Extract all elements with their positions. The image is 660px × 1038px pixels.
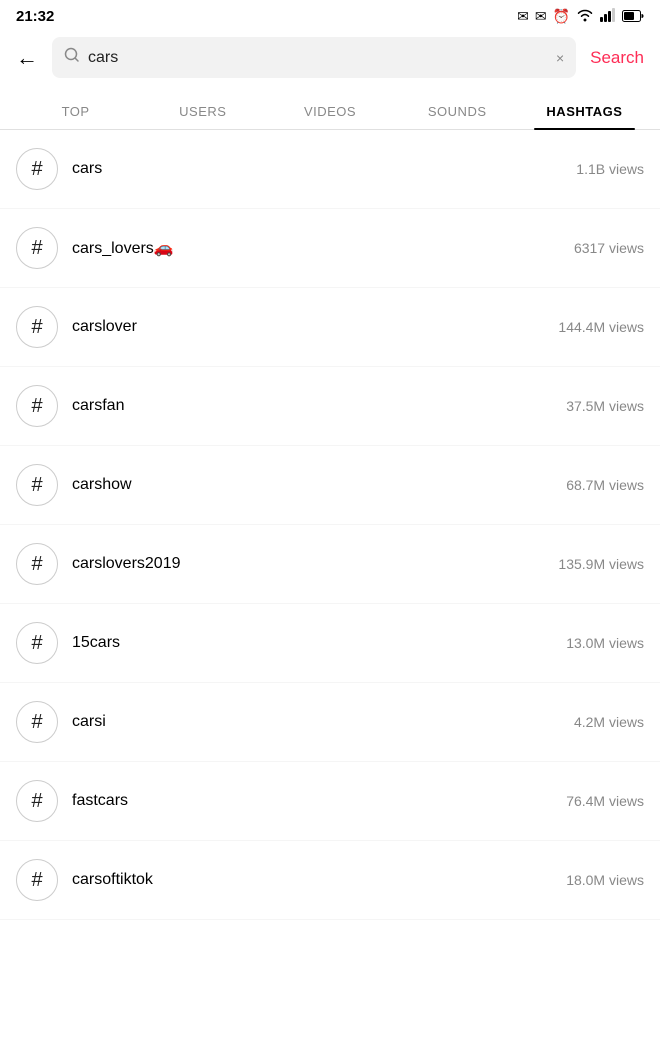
search-button[interactable]: Search [586, 48, 648, 68]
hashtag-name: carslover [72, 318, 558, 336]
hashtag-name: cars [72, 160, 576, 178]
hashtag-name: carsi [72, 713, 574, 731]
hashtag-views: 18.0M views [566, 872, 644, 888]
hashtag-item[interactable]: # carslovers2019135.9M views [0, 525, 660, 604]
hashtag-views: 144.4M views [558, 319, 644, 335]
hash-symbol-icon: # [16, 227, 58, 269]
mail1-icon: ✉ [517, 8, 529, 25]
status-time: 21:32 [16, 8, 54, 25]
mail2-icon: ✉ [535, 8, 547, 25]
hash-symbol-icon: # [16, 859, 58, 901]
hash-symbol-icon: # [16, 543, 58, 585]
hashtag-views: 4.2M views [574, 714, 644, 730]
hashtag-views: 76.4M views [566, 793, 644, 809]
hashtag-views: 68.7M views [566, 477, 644, 493]
status-bar: 21:32 ✉ ✉ ⏰ [0, 0, 660, 29]
hashtag-name: carsfan [72, 397, 566, 415]
hashtag-name: fastcars [72, 792, 566, 810]
alarm-icon: ⏰ [553, 8, 570, 25]
hashtag-list: # cars1.1B views # cars_lovers🚗6317 views # c… [0, 130, 660, 920]
hash-symbol-icon: # [16, 701, 58, 743]
hash-symbol-icon: # [16, 385, 58, 427]
hashtag-views: 13.0M views [566, 635, 644, 651]
tab-users[interactable]: USERS [139, 90, 266, 129]
search-icon [64, 47, 80, 68]
hashtag-name: 15cars [72, 634, 566, 652]
search-input-value: cars [88, 49, 548, 67]
signal-icon [600, 8, 616, 25]
hashtag-name: carslovers2019 [72, 555, 558, 573]
tabs-bar: TOPUSERSVIDEOSSOUNDSHASHTAGS [0, 90, 660, 130]
hashtag-name: carsoftiktok [72, 871, 566, 889]
hash-symbol-icon: # [16, 622, 58, 664]
hashtag-views: 37.5M views [566, 398, 644, 414]
search-header: ← cars × Search [0, 29, 660, 86]
hashtag-item[interactable]: # cars_lovers🚗6317 views [0, 209, 660, 288]
hashtag-views: 135.9M views [558, 556, 644, 572]
hashtag-name: carshow [72, 476, 566, 494]
status-icons: ✉ ✉ ⏰ [517, 8, 644, 25]
tab-sounds[interactable]: SOUNDS [394, 90, 521, 129]
back-button[interactable]: ← [12, 41, 42, 75]
tab-videos[interactable]: VIDEOS [266, 90, 393, 129]
hash-symbol-icon: # [16, 306, 58, 348]
tab-hashtags[interactable]: HASHTAGS [521, 90, 648, 129]
hashtag-item[interactable]: # carsfan37.5M views [0, 367, 660, 446]
hashtag-item[interactable]: #15cars13.0M views [0, 604, 660, 683]
hash-symbol-icon: # [16, 464, 58, 506]
hashtag-name: cars_lovers🚗 [72, 238, 574, 258]
hashtag-item[interactable]: # cars1.1B views [0, 130, 660, 209]
hashtag-item[interactable]: # carshow68.7M views [0, 446, 660, 525]
hashtag-item[interactable]: # carslover144.4M views [0, 288, 660, 367]
hash-symbol-icon: # [16, 148, 58, 190]
hashtag-item[interactable]: # carsoftiktok18.0M views [0, 841, 660, 920]
search-bar[interactable]: cars × [52, 37, 576, 78]
hashtag-views: 1.1B views [576, 161, 644, 177]
search-clear-button[interactable]: × [556, 50, 564, 66]
hashtag-item[interactable]: # fastcars76.4M views [0, 762, 660, 841]
hashtag-item[interactable]: # carsi4.2M views [0, 683, 660, 762]
battery-icon [622, 9, 644, 25]
tab-top[interactable]: TOP [12, 90, 139, 129]
hash-symbol-icon: # [16, 780, 58, 822]
wifi-icon [576, 8, 594, 25]
hashtag-views: 6317 views [574, 240, 644, 256]
